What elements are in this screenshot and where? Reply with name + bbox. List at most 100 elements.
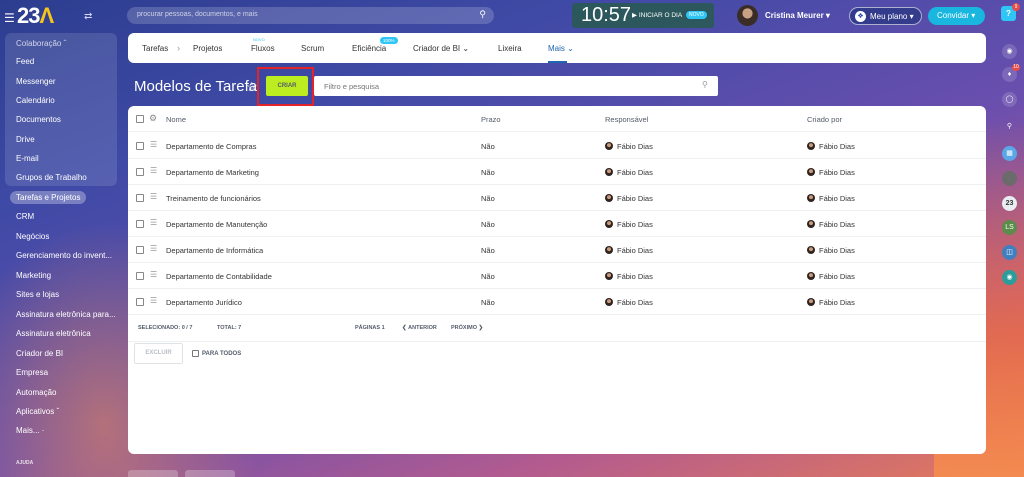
row-name[interactable]: Departamento de Informática [166,246,263,255]
row-checkbox[interactable] [136,194,144,202]
drag-handle-icon[interactable]: ☰ [150,296,157,305]
sidebar-item-documents[interactable]: Documentos [16,115,61,124]
filter-search-icon[interactable]: ⚲ [702,80,708,89]
sidebar-item-drive[interactable]: Drive [16,135,35,144]
sidebar-item-email[interactable]: E-mail [16,154,39,163]
sidebar-item-more[interactable]: Mais... · [16,426,44,435]
row-checkbox[interactable] [136,272,144,280]
create-button[interactable]: CRIAR [266,76,308,96]
row-responsible[interactable]: Fábio Dias [605,298,653,307]
row-name[interactable]: Departamento de Marketing [166,168,259,177]
header-created-by[interactable]: Criado por [807,115,842,124]
sidebar-item-esign-for[interactable]: Assinatura eletrônica para... [16,310,116,319]
table-row[interactable]: ☰ Departamento de Marketing Não Fábio Di… [128,159,986,185]
row-name[interactable]: Departamento de Manutenção [166,220,267,229]
company-avatar[interactable]: 23 [1002,196,1017,211]
row-created-by[interactable]: Fábio Dias [807,246,855,255]
drag-handle-icon[interactable]: ☰ [150,244,157,253]
tab-lixeira[interactable]: Lixeira [498,44,522,53]
row-checkbox[interactable] [136,220,144,228]
table-row[interactable]: ☰ Departamento de Compras Não Fábio Dias… [128,133,986,159]
sidebar-item-workgroups[interactable]: Grupos de Trabalho [16,173,87,182]
sidebar-group-collaboration[interactable]: Colaboração ˆ [16,39,66,48]
row-name[interactable]: Departamento Jurídico [166,298,242,307]
tab-fluxos[interactable]: Fluxos [251,44,275,53]
tab-mais[interactable]: Mais ⌄ [548,44,574,53]
select-all-checkbox[interactable] [136,115,144,123]
sidebar-item-feed[interactable]: Feed [16,57,34,66]
row-created-by[interactable]: Fábio Dias [807,272,855,281]
star-icon[interactable]: ☆ [246,79,258,95]
user-avatar[interactable] [737,5,758,26]
row-checkbox[interactable] [136,298,144,306]
row-responsible[interactable]: Fábio Dias [605,194,653,203]
group-chat-icon[interactable]: ▦ [1002,146,1017,161]
my-plan-button[interactable]: ❖ Meu plano ▾ [849,7,922,25]
logo[interactable]: 23Λ [17,3,54,29]
table-row[interactable]: ☰ Departamento de Informática Não Fábio … [128,237,986,263]
header-responsible[interactable]: Responsável [605,115,648,124]
row-name[interactable]: Treinamento de funcionários [166,194,261,203]
row-responsible[interactable]: Fábio Dias [605,142,653,151]
row-created-by[interactable]: Fábio Dias [807,194,855,203]
tab-projetos[interactable]: Projetos [193,44,222,53]
row-responsible[interactable]: Fábio Dias [605,272,653,281]
table-row[interactable]: ☰ Treinamento de funcionários Não Fábio … [128,185,986,211]
row-created-by[interactable]: Fábio Dias [807,168,855,177]
filter-search-input[interactable] [314,76,718,96]
global-search-input[interactable]: procurar pessoas, documentos, e mais ⚲ [127,7,494,24]
sidebar-item-deals[interactable]: Negócios [16,232,49,241]
user-name[interactable]: Cristina Meurer ▾ [765,11,830,20]
drag-handle-icon[interactable]: ☰ [150,166,157,175]
menu-icon[interactable]: ☰ [4,11,15,25]
sidebar-item-company[interactable]: Empresa [16,368,48,377]
row-name[interactable]: Departamento de Contabilidade [166,272,272,281]
contact-avatar[interactable] [1002,171,1017,186]
sidebar-item-bi-builder[interactable]: Criador de BI [16,349,63,358]
gear-icon[interactable]: ⚙ [149,113,157,124]
table-row[interactable]: ☰ Departamento Jurídico Não Fábio Dias F… [128,289,986,315]
invite-button[interactable]: Convidar ▾ [928,7,985,25]
swap-icon[interactable]: ⇄ [84,11,92,22]
sidebar-item-crm[interactable]: CRM [16,212,34,221]
table-row[interactable]: ☰ Departamento de Contabilidade Não Fábi… [128,263,986,289]
prev-page-link[interactable]: ❮ ANTERIOR [402,325,437,331]
search-icon[interactable]: ⚲ [479,9,486,20]
next-page-link[interactable]: PRÓXIMO ❯ [451,325,483,331]
row-checkbox[interactable] [136,168,144,176]
row-checkbox[interactable] [136,246,144,254]
sidebar-item-messenger[interactable]: Messenger [16,77,56,86]
row-responsible[interactable]: Fábio Dias [605,168,653,177]
drag-handle-icon[interactable]: ☰ [150,218,157,227]
drag-handle-icon[interactable]: ☰ [150,270,157,279]
chat-icon[interactable]: ◯ [1002,92,1017,107]
row-created-by[interactable]: Fábio Dias [807,298,855,307]
tab-eficiencia[interactable]: Eficiência [352,44,386,53]
row-created-by[interactable]: Fábio Dias [807,220,855,229]
ls-avatar[interactable]: LS [1002,220,1017,235]
header-name[interactable]: Nome [166,115,186,124]
delete-button[interactable]: EXCLUIR [134,343,183,364]
work-day-widget[interactable]: 10:57 ▶ INICIAR O DIA NOVO [572,3,714,28]
header-deadline[interactable]: Prazo [481,115,501,124]
drag-handle-icon[interactable]: ☰ [150,140,157,149]
start-day-button[interactable]: ▶ INICIAR O DIA [632,11,682,19]
sidebar-item-calendar[interactable]: Calendário [16,96,55,105]
tab-tarefas[interactable]: Tarefas [142,44,168,53]
sidebar-item-esign[interactable]: Assinatura eletrônica [16,329,91,338]
sidebar-item-automation[interactable]: Automação [16,388,56,397]
copilot-icon[interactable]: ◉ [1002,44,1017,59]
for-all-label[interactable]: PARA TODOS [202,351,241,357]
table-row[interactable]: ☰ Departamento de Manutenção Não Fábio D… [128,211,986,237]
row-checkbox[interactable] [136,142,144,150]
row-responsible[interactable]: Fábio Dias [605,246,653,255]
for-all-checkbox[interactable] [192,350,199,357]
sidebar-item-tasks-projects[interactable]: Tarefas e Projetos [10,191,87,204]
help-link[interactable]: AJUDA [16,460,33,466]
tab-criador-bi[interactable]: Criador de BI ⌄ [413,44,469,53]
team-icon[interactable]: ◉ [1002,270,1017,285]
drag-handle-icon[interactable]: ☰ [150,192,157,201]
row-responsible[interactable]: Fábio Dias [605,220,653,229]
folder-icon[interactable]: ◫ [1002,245,1017,260]
sidebar-item-inventory[interactable]: Gerenciamento do invent... [16,251,112,260]
